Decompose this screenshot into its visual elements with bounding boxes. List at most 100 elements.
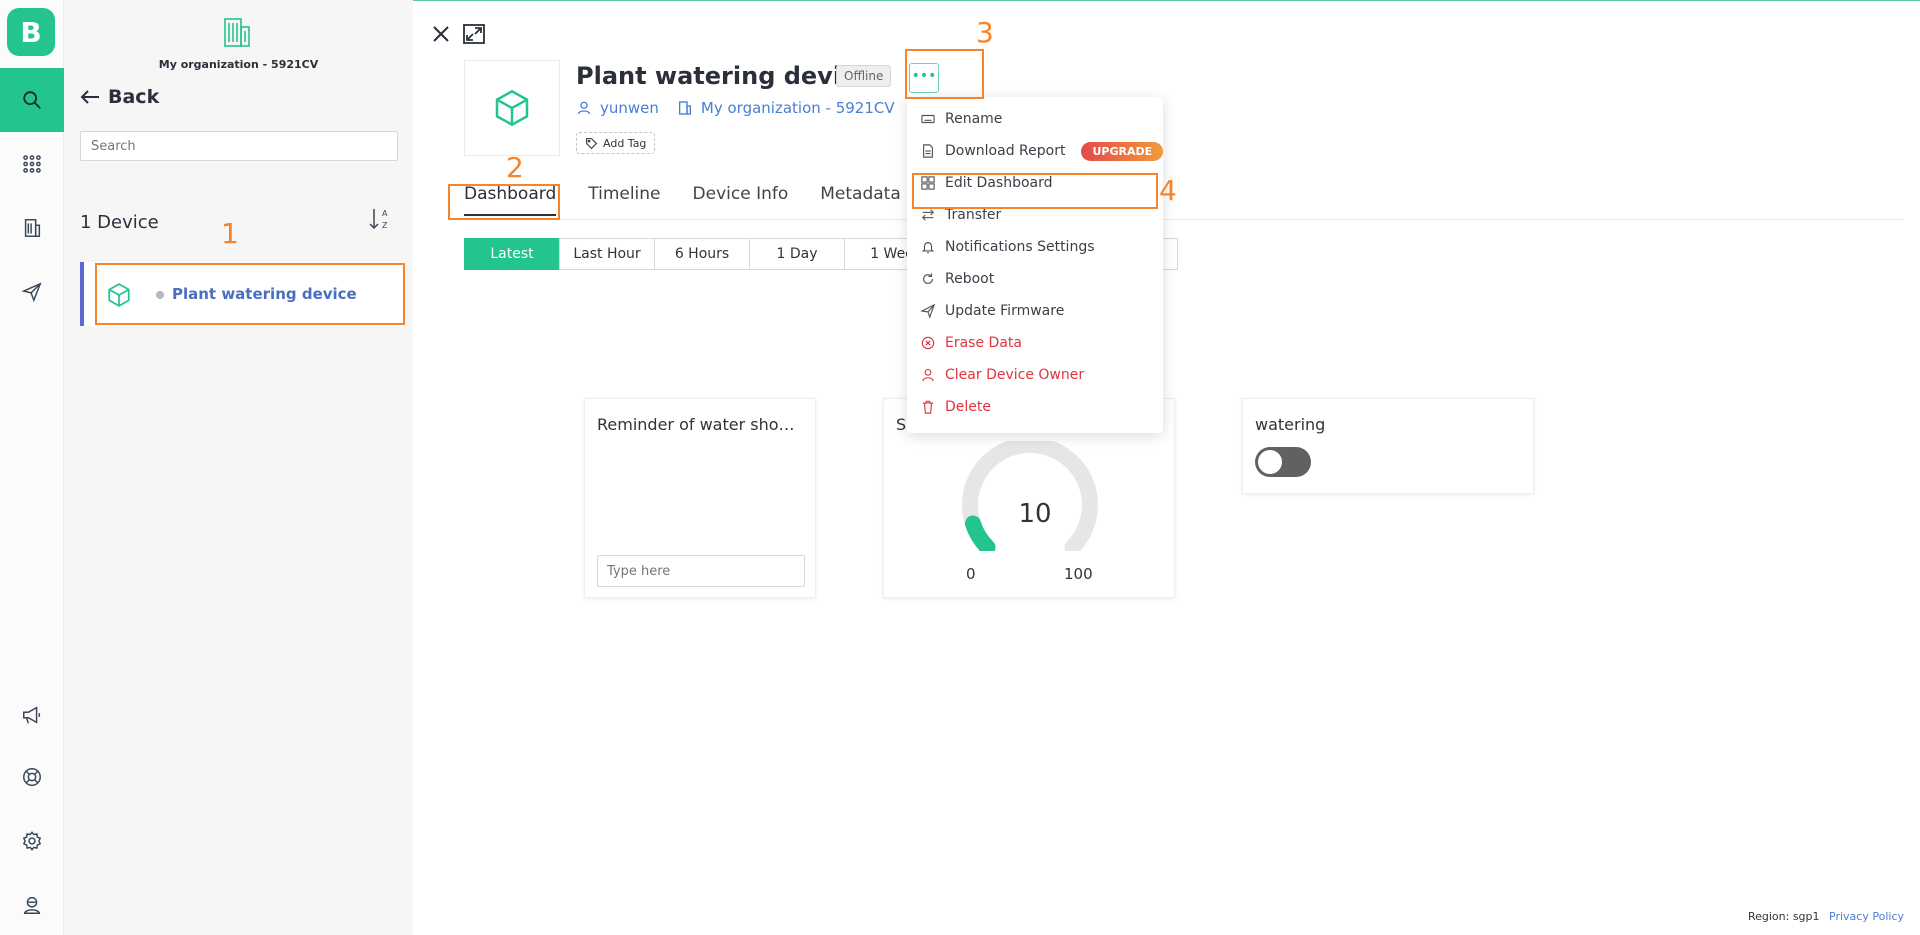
- range-1-day[interactable]: 1 Day: [749, 238, 845, 270]
- rail-apps[interactable]: [0, 132, 64, 196]
- erase-icon: [921, 336, 935, 350]
- rail-messages[interactable]: [0, 260, 64, 324]
- rail-search[interactable]: [0, 68, 64, 132]
- annotation-number-3: 3: [976, 16, 994, 49]
- search-icon: [23, 91, 41, 109]
- menu-item-label: Transfer: [945, 207, 1002, 223]
- owner-name: yunwen: [600, 99, 659, 117]
- rail-announcements[interactable]: [0, 683, 64, 747]
- status-badge: Offline: [836, 65, 892, 87]
- file-icon: [923, 144, 933, 158]
- gauge-fill: [964, 515, 996, 551]
- watering-toggle[interactable]: [1255, 447, 1311, 477]
- tab-device-info[interactable]: Device Info: [693, 184, 789, 216]
- bell-icon: [921, 242, 935, 254]
- tab-metadata[interactable]: Metadata: [820, 184, 901, 216]
- device-count: 1 Device: [80, 212, 159, 233]
- privacy-policy-link[interactable]: Privacy Policy: [1829, 910, 1904, 923]
- upgrade-badge[interactable]: UPGRADE: [1081, 141, 1164, 161]
- menu-item-rename[interactable]: Rename: [921, 108, 1002, 130]
- gauge-max: 100: [1064, 565, 1093, 583]
- range-latest[interactable]: Latest: [464, 238, 560, 270]
- annotation-box-1: [95, 263, 405, 325]
- menu-item-label: Notifications Settings: [945, 239, 1095, 255]
- device-image: [464, 60, 560, 156]
- app-logo[interactable]: B: [7, 8, 55, 56]
- svg-text:Z: Z: [382, 221, 388, 230]
- close-icon[interactable]: [431, 24, 451, 44]
- annotation-number-4: 4: [1159, 174, 1177, 207]
- gauge-arc: [962, 441, 1098, 551]
- gear-icon: [22, 831, 42, 851]
- expand-icon[interactable]: [462, 23, 486, 45]
- device-meta-row: yunwen My organization - 5921CV: [576, 99, 913, 117]
- device-owner[interactable]: yunwen: [576, 99, 659, 117]
- rail-help[interactable]: [0, 745, 64, 809]
- menu-item-erase-data[interactable]: Erase Data: [921, 332, 1022, 354]
- lifebuoy-icon: [23, 768, 41, 786]
- toggle-knob: [1258, 450, 1282, 474]
- gauge-min: 0: [966, 565, 976, 583]
- menu-item-clear-device-owner[interactable]: Clear Device Owner: [921, 364, 1084, 386]
- add-tag-label: Add Tag: [603, 136, 647, 150]
- menu-item-label: Update Firmware: [945, 303, 1065, 319]
- rail-organizations[interactable]: [0, 196, 64, 260]
- footer: Region: sgp1 Privacy Policy: [1748, 910, 1904, 923]
- annotation-box-4: [912, 173, 1158, 209]
- device-title: Plant watering device: [576, 62, 872, 90]
- menu-item-label: Reboot: [945, 271, 995, 287]
- tab-timeline[interactable]: Timeline: [588, 184, 660, 216]
- menu-item-label: Clear Device Owner: [945, 367, 1085, 383]
- device-search-input[interactable]: [80, 131, 398, 161]
- user-icon: [577, 101, 591, 115]
- menu-item-label: Rename: [945, 111, 1003, 127]
- annotation-box-3: [905, 49, 984, 99]
- firmware-icon: [921, 304, 935, 318]
- building-icon: [678, 101, 691, 115]
- annotation-number-2: 2: [506, 151, 524, 184]
- widget-reminder: Reminder of water sho…: [584, 398, 816, 598]
- widget-watering: watering: [1242, 398, 1534, 494]
- send-icon: [21, 282, 42, 303]
- user-icon: [23, 896, 41, 914]
- widget-title: Reminder of water sho…: [597, 415, 795, 434]
- left-rail: B: [0, 0, 64, 935]
- menu-item-label: Erase Data: [945, 335, 1022, 351]
- tabs-divider: [464, 219, 1904, 220]
- device-actions-menu: Rename Download Report UPGRADE Edit Dash…: [907, 97, 1164, 433]
- add-tag-button[interactable]: Add Tag: [576, 132, 656, 154]
- user-clear-icon: [922, 369, 934, 382]
- organization-name: My organization - 5921CV: [158, 58, 319, 71]
- menu-item-update-firmware[interactable]: Update Firmware: [921, 300, 1064, 322]
- megaphone-icon: [23, 706, 41, 724]
- organization-link: My organization - 5921CV: [700, 99, 895, 117]
- menu-item-download-report[interactable]: Download Report UPGRADE: [921, 140, 1164, 162]
- trash-icon: [922, 400, 934, 414]
- keyboard-icon: [921, 114, 935, 124]
- sort-az-icon[interactable]: A Z: [368, 206, 392, 232]
- menu-item-label: Download Report: [945, 143, 1066, 159]
- text-input-field[interactable]: [597, 555, 805, 587]
- widget-title: watering: [1255, 415, 1326, 434]
- menu-item-reboot[interactable]: Reboot: [921, 268, 994, 290]
- region-label: Region: sgp1: [1747, 910, 1820, 923]
- rail-profile[interactable]: [0, 873, 64, 935]
- device-organization[interactable]: My organization - 5921CV: [677, 99, 895, 117]
- annotation-box-2: [448, 184, 560, 220]
- menu-item-label: Delete: [945, 399, 991, 415]
- svg-text:A: A: [382, 209, 388, 218]
- range-6-hours[interactable]: 6 Hours: [654, 238, 750, 270]
- range-last-hour[interactable]: Last Hour: [559, 238, 655, 270]
- building-icon: [24, 219, 41, 237]
- arrow-left-icon: [80, 90, 99, 104]
- menu-item-notifications-settings[interactable]: Notifications Settings: [921, 236, 1095, 258]
- cube-icon: [495, 89, 529, 127]
- reboot-icon: [923, 273, 933, 284]
- rail-settings[interactable]: [0, 809, 64, 873]
- back-label: Back: [108, 86, 160, 108]
- tag-icon: [586, 137, 598, 149]
- back-button[interactable]: Back: [80, 86, 159, 108]
- grid-icon: [23, 155, 41, 173]
- menu-item-delete[interactable]: Delete: [921, 396, 991, 418]
- transfer-icon: [921, 209, 935, 221]
